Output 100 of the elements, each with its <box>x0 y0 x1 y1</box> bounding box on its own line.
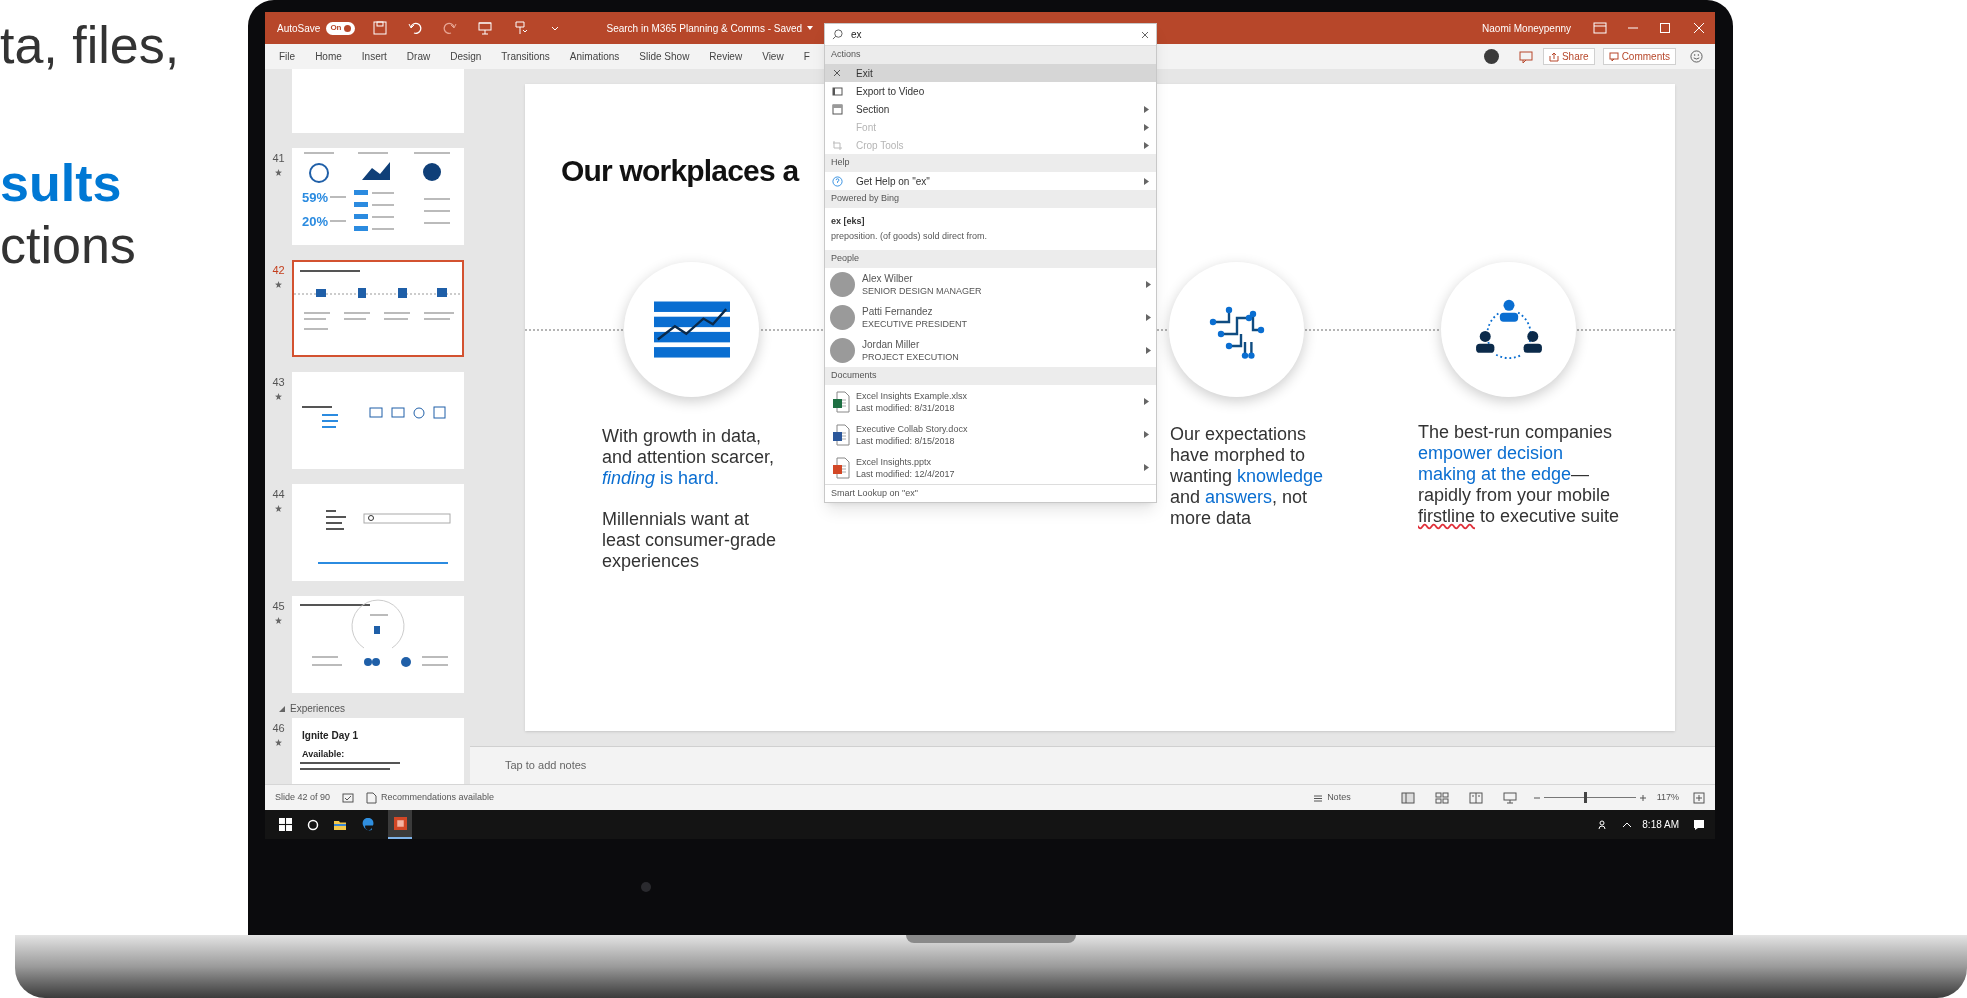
person-job-title: PROJECT EXECUTION <box>862 350 959 363</box>
normal-view-icon[interactable] <box>1400 791 1415 804</box>
notes-button[interactable]: Notes <box>1313 790 1351 805</box>
slideshow-icon[interactable] <box>1502 791 1517 804</box>
smiley-icon[interactable] <box>1690 50 1703 63</box>
ribbon-tab[interactable]: Home <box>315 49 342 64</box>
search-field[interactable]: ex <box>825 24 1156 46</box>
reading-view-icon[interactable] <box>1468 791 1483 804</box>
notes-field[interactable]: Tap to add notes <box>470 746 1715 784</box>
ribbon-tab[interactable]: Slide Show <box>639 49 690 64</box>
notification-icon[interactable] <box>1693 818 1705 831</box>
close-icon <box>832 67 843 79</box>
ribbon-display-icon[interactable] <box>1593 22 1607 34</box>
slide-number: 41 <box>272 151 285 166</box>
star-icon <box>275 738 282 746</box>
slide-thumbnail[interactable]: 59% 20% <box>292 148 464 245</box>
document-item[interactable]: Excel Insights Example.xlsx Last modified: 8/31/2018 <box>825 385 1156 418</box>
file-modified-date: Last modified: 12/4/2017 <box>856 467 955 480</box>
menu-item[interactable]: Get Help on "ex" <box>825 172 1156 190</box>
slide-counter: Slide 42 of 90 <box>275 790 331 804</box>
video-icon <box>832 85 843 97</box>
ribbon-tab[interactable]: Review <box>709 49 743 64</box>
presentation-icon[interactable] <box>478 21 493 35</box>
person-item[interactable]: Alex Wilber SENIOR DESIGN MANAGER <box>825 268 1156 301</box>
submenu-arrow-icon <box>1144 464 1149 471</box>
slide-thumbnail[interactable]: Ignite Day 1 Available: <box>292 718 464 784</box>
document-item[interactable]: Excel Insights.pptx Last modified: 12/4/2017 <box>825 451 1156 484</box>
presentation-file-icon <box>832 456 850 479</box>
document-icon <box>366 791 378 804</box>
slide-number: 43 <box>272 375 285 390</box>
browser-icon[interactable] <box>361 818 374 831</box>
zoom-slider-thumb[interactable] <box>1584 792 1588 803</box>
group-header: Powered by Bing <box>825 190 1156 208</box>
ribbon-tab[interactable]: Insert <box>361 49 387 64</box>
person-name: Alex Wilber <box>862 272 914 285</box>
zoom-slider[interactable] <box>1543 792 1636 803</box>
menu-item[interactable]: Section <box>825 100 1156 118</box>
folder-icon[interactable] <box>333 818 347 831</box>
document-item[interactable]: Executive Collab Story.docx Last modified: 8/15/2018 <box>825 418 1156 451</box>
stat-text: 20% <box>302 213 329 231</box>
star-icon <box>275 392 282 400</box>
zoom-level[interactable]: 117% <box>1656 790 1679 805</box>
autosave-toggle[interactable]: On <box>326 21 356 35</box>
maximize-icon[interactable] <box>1659 22 1671 34</box>
fit-to-window-icon[interactable] <box>1693 791 1705 804</box>
windows-logo-icon[interactable] <box>279 818 292 831</box>
presentation-app-icon <box>393 817 407 830</box>
ribbon-tab[interactable]: File <box>279 49 296 64</box>
menu-item[interactable]: Export to Video <box>825 82 1156 100</box>
submenu-arrow-icon <box>1146 281 1151 288</box>
person-item[interactable]: Patti Fernandez EXECUTIVE PRESIDENT <box>825 301 1156 334</box>
ribbon-tab[interactable]: Animations <box>569 49 620 64</box>
heading-text: ctions <box>0 215 137 276</box>
recommendations-button[interactable]: Recommendations available <box>366 790 495 805</box>
smart-lookup-link[interactable]: Smart Lookup on "ex" <box>825 484 1156 502</box>
star-icon <box>275 168 282 176</box>
search-icon[interactable] <box>307 818 319 831</box>
collapse-triangle-icon <box>279 705 285 712</box>
plus-icon[interactable] <box>1638 793 1647 802</box>
stat-text: 59% <box>302 189 329 207</box>
star-icon <box>275 616 282 624</box>
clock-text[interactable]: 8:18 AM <box>1642 817 1679 832</box>
person-name: Jordan Miller <box>862 338 921 351</box>
taskbar-app-tile[interactable] <box>388 810 412 839</box>
star-icon <box>275 280 282 288</box>
comment-icon[interactable] <box>1518 50 1533 63</box>
caret-icon[interactable] <box>806 24 815 32</box>
ribbon-tab[interactable]: F <box>803 49 810 64</box>
section-label[interactable]: Experiences <box>290 701 346 716</box>
user-name: Naomi Moneypenny <box>1482 21 1571 36</box>
comments-button[interactable]: Comments <box>1602 48 1676 65</box>
slide-text: Available: <box>302 748 345 761</box>
save-icon[interactable] <box>373 21 388 35</box>
ribbon-tab[interactable]: Transitions <box>501 49 550 64</box>
redo-icon[interactable] <box>443 21 458 35</box>
submenu-arrow-icon <box>1146 314 1151 321</box>
submenu-arrow-icon <box>1144 431 1149 438</box>
camera-icon <box>641 882 651 892</box>
file-name: Excel Insights Example.xlsx <box>856 389 968 402</box>
avatar <box>1483 49 1499 64</box>
spreadsheet-file-icon <box>832 390 850 413</box>
person-job-title: EXECUTIVE PRESIDENT <box>862 317 968 330</box>
brush-icon[interactable] <box>513 21 528 35</box>
avatar <box>830 338 855 363</box>
undo-icon[interactable] <box>408 21 423 35</box>
person-item[interactable]: Jordan Miller PROJECT EXECUTION <box>825 334 1156 367</box>
search-icon <box>832 29 843 40</box>
slide-sorter-icon[interactable] <box>1434 791 1449 804</box>
slide-thumbnail[interactable] <box>292 260 464 357</box>
spell-check-icon[interactable] <box>342 792 355 803</box>
slide-number: 44 <box>272 487 285 502</box>
close-icon[interactable] <box>1141 30 1149 39</box>
chevron-up-icon[interactable] <box>1622 820 1633 829</box>
group-header: Help <box>825 154 1156 172</box>
menu-item[interactable]: Exit <box>825 64 1156 82</box>
ribbon-tab[interactable]: View <box>762 49 784 64</box>
share-button[interactable]: Share <box>1542 48 1595 65</box>
ribbon-tab[interactable]: Design <box>450 49 482 64</box>
heading-text: ta, files, <box>0 15 181 76</box>
ribbon-tab[interactable]: Draw <box>406 49 431 64</box>
